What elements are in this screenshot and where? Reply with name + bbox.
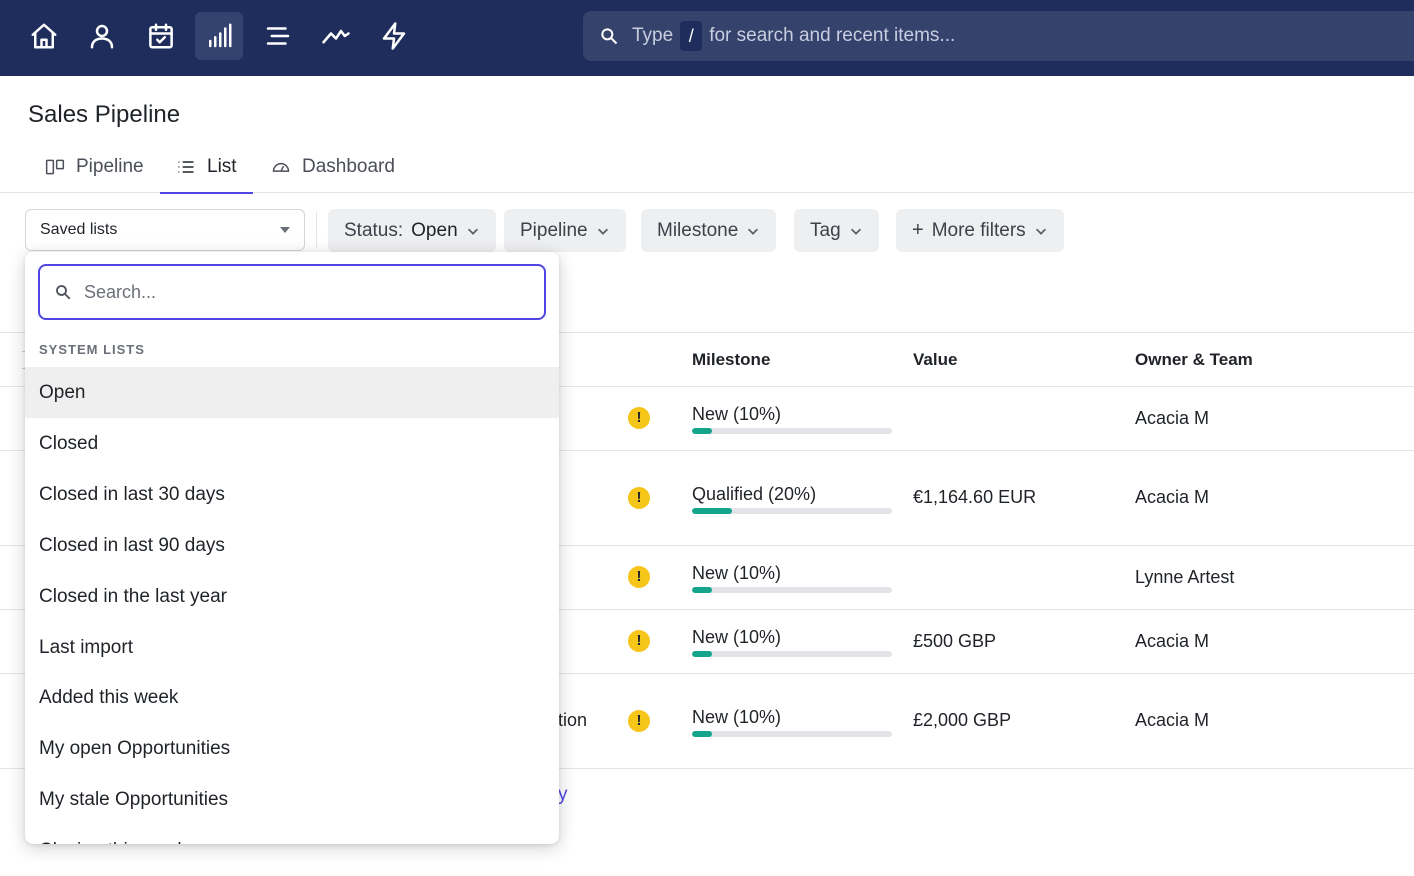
section-heading-system-lists: SYSTEM LISTS bbox=[39, 342, 145, 357]
saved-list-item[interactable]: Closing this week bbox=[25, 825, 559, 845]
tab-list[interactable]: List bbox=[160, 141, 253, 194]
chevron-down-icon bbox=[748, 228, 759, 235]
saved-lists-select[interactable]: Saved lists bbox=[25, 209, 305, 251]
home-icon[interactable] bbox=[20, 12, 68, 60]
saved-lists-search[interactable] bbox=[38, 264, 546, 320]
pipeline-columns-icon bbox=[45, 159, 65, 175]
tab-pipeline[interactable]: Pipeline bbox=[45, 141, 144, 193]
calendar-icon[interactable] bbox=[137, 12, 185, 60]
saved-list-item[interactable]: My open Opportunities bbox=[25, 723, 559, 774]
search-placeholder: for search and recent items... bbox=[709, 25, 956, 46]
milestone-progress-bar bbox=[692, 508, 892, 514]
saved-list-item[interactable]: Closed bbox=[25, 418, 559, 469]
milestone-label: New (10%) bbox=[692, 707, 782, 727]
warning-icon: ! bbox=[628, 630, 650, 652]
value-cell: £2,000 GBP bbox=[913, 710, 1012, 730]
tab-list-label: List bbox=[207, 155, 237, 177]
footer-link[interactable]: y bbox=[558, 784, 568, 806]
owner-cell: Acacia M bbox=[1135, 408, 1210, 428]
warning-icon: ! bbox=[628, 566, 650, 588]
search-prefix: Type bbox=[632, 25, 674, 46]
search-shortcut-key: / bbox=[680, 21, 703, 51]
view-tabs: Pipeline List Dashboard bbox=[0, 141, 1414, 194]
list-icon[interactable] bbox=[254, 12, 302, 60]
saved-list-item[interactable]: Open bbox=[25, 367, 559, 418]
tab-dashboard[interactable]: Dashboard bbox=[271, 141, 395, 193]
warning-icon: ! bbox=[628, 487, 650, 509]
saved-list-item[interactable]: Last import bbox=[25, 622, 559, 673]
pipeline-bars-icon[interactable] bbox=[195, 12, 243, 60]
status-filter-button[interactable]: Status: Open bbox=[328, 209, 496, 252]
chevron-down-icon bbox=[597, 228, 608, 235]
tag-filter-label: Tag bbox=[810, 219, 841, 241]
tag-filter-button[interactable]: Tag bbox=[794, 209, 879, 252]
saved-list-item[interactable]: Closed in the last year bbox=[25, 571, 559, 622]
column-header-value[interactable]: Value bbox=[913, 350, 957, 370]
search-icon bbox=[601, 28, 618, 45]
milestone-filter-label: Milestone bbox=[657, 219, 739, 241]
value-cell: €1,164.60 EUR bbox=[913, 487, 1037, 507]
opportunity-name-fragment[interactable]: tion bbox=[558, 710, 587, 731]
top-navigation-bar: Type / for search and recent items... bbox=[0, 0, 1414, 76]
milestone-progress-bar bbox=[692, 651, 892, 657]
status-filter-label: Status: bbox=[344, 219, 404, 241]
more-filters-button[interactable]: + More filters bbox=[896, 209, 1064, 252]
user-icon[interactable] bbox=[78, 12, 126, 60]
saved-lists-label: Saved lists bbox=[40, 221, 118, 238]
tab-dashboard-label: Dashboard bbox=[302, 156, 395, 177]
pipeline-filter-label: Pipeline bbox=[520, 219, 588, 241]
list-icon bbox=[178, 160, 194, 173]
owner-cell: Lynne Artest bbox=[1135, 567, 1235, 587]
chevron-down-icon bbox=[1035, 228, 1046, 235]
status-filter-value: Open bbox=[411, 219, 458, 241]
warning-icon: ! bbox=[628, 710, 650, 732]
owner-cell: Acacia M bbox=[1135, 487, 1210, 507]
page-title: Sales Pipeline bbox=[28, 101, 181, 128]
chevron-down-icon bbox=[467, 228, 478, 235]
milestone-progress-bar bbox=[692, 587, 892, 593]
activity-icon[interactable] bbox=[312, 12, 360, 60]
column-header-milestone[interactable]: Milestone bbox=[692, 350, 770, 370]
milestone-label: New (10%) bbox=[692, 563, 782, 583]
warning-icon: ! bbox=[628, 407, 650, 429]
plus-icon: + bbox=[912, 219, 924, 241]
lightning-icon[interactable] bbox=[370, 12, 418, 60]
tab-pipeline-label: Pipeline bbox=[76, 156, 144, 177]
chevron-down-icon bbox=[850, 228, 861, 235]
value-cell: £500 GBP bbox=[913, 631, 997, 651]
column-header-owner[interactable]: Owner & Team bbox=[1135, 350, 1253, 370]
search-icon bbox=[56, 285, 71, 300]
milestone-label: New (10%) bbox=[692, 627, 782, 647]
milestone-filter-button[interactable]: Milestone bbox=[641, 209, 777, 252]
milestone-progress-bar bbox=[692, 731, 892, 737]
owner-cell: Acacia M bbox=[1135, 710, 1210, 730]
filter-divider bbox=[316, 212, 317, 248]
saved-lists-dropdown: SYSTEM LISTS Open Closed Closed in last … bbox=[25, 252, 559, 844]
saved-list-item[interactable]: Closed in last 30 days bbox=[25, 469, 559, 520]
milestone-label: Qualified (20%) bbox=[692, 484, 817, 504]
pipeline-filter-button[interactable]: Pipeline bbox=[504, 209, 626, 252]
milestone-progress-bar bbox=[692, 428, 892, 434]
owner-cell: Acacia M bbox=[1135, 631, 1210, 651]
saved-list-item[interactable]: Added this week bbox=[25, 672, 559, 723]
caret-down-icon bbox=[280, 227, 290, 233]
gauge-icon bbox=[272, 162, 290, 172]
more-filters-label: More filters bbox=[931, 219, 1026, 241]
milestone-label: New (10%) bbox=[692, 404, 782, 424]
saved-lists-search-input[interactable] bbox=[84, 281, 504, 303]
saved-list-item[interactable]: My stale Opportunities bbox=[25, 774, 559, 825]
saved-list-item[interactable]: Closed in last 90 days bbox=[25, 520, 559, 571]
global-search-input[interactable]: Type / for search and recent items... bbox=[583, 11, 1414, 61]
